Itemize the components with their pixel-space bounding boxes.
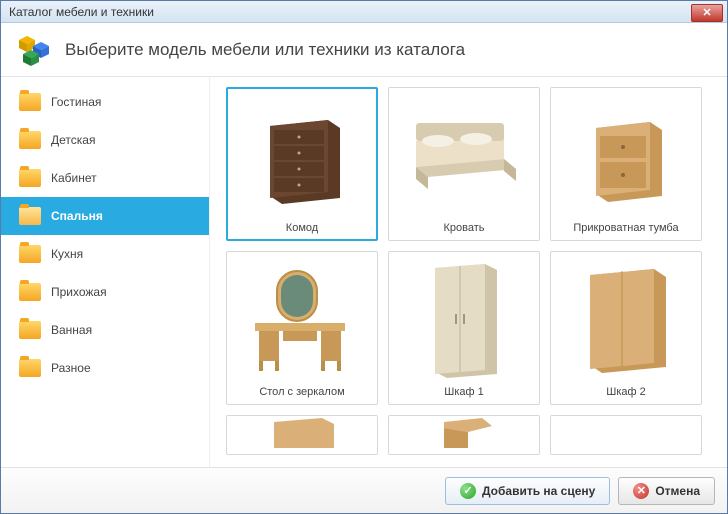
category-label: Детская bbox=[51, 133, 95, 147]
folder-icon bbox=[19, 283, 41, 301]
item-card[interactable] bbox=[226, 415, 378, 455]
item-label: Кровать bbox=[395, 222, 533, 234]
furniture-icon bbox=[586, 418, 666, 448]
cubes-icon bbox=[17, 32, 53, 68]
item-label: Комод bbox=[233, 222, 371, 234]
item-thumbnail bbox=[557, 94, 695, 218]
folder-icon bbox=[19, 245, 41, 263]
category-item[interactable]: Ванная bbox=[1, 311, 209, 349]
item-thumbnail bbox=[395, 258, 533, 382]
category-item[interactable]: Гостиная bbox=[1, 83, 209, 121]
item-card[interactable]: Кровать bbox=[388, 87, 540, 241]
item-card[interactable]: Прикроватная тумба bbox=[550, 87, 702, 241]
dialog-header: Выберите модель мебели или техники из ка… bbox=[1, 23, 727, 77]
window-title: Каталог мебели и техники bbox=[9, 5, 154, 19]
cancel-icon: ✕ bbox=[633, 483, 649, 499]
dialog-window: Каталог мебели и техники ✕ Выберите моде… bbox=[0, 0, 728, 514]
category-item[interactable]: Спальня bbox=[1, 197, 209, 235]
close-icon: ✕ bbox=[702, 6, 711, 19]
item-card[interactable] bbox=[550, 415, 702, 455]
folder-icon bbox=[19, 169, 41, 187]
category-label: Разное bbox=[51, 361, 91, 375]
item-thumbnail bbox=[233, 415, 371, 448]
header-title: Выберите модель мебели или техники из ка… bbox=[65, 40, 465, 60]
item-grid-container: Комод Кровать bbox=[209, 77, 727, 467]
item-label: Прикроватная тумба bbox=[557, 222, 695, 234]
category-sidebar: Гостиная Детская Кабинет Спальня Кухня П… bbox=[1, 77, 209, 467]
item-card[interactable]: Стол с зеркалом bbox=[226, 251, 378, 405]
button-label: Отмена bbox=[655, 484, 700, 498]
category-item[interactable]: Детская bbox=[1, 121, 209, 159]
folder-icon bbox=[19, 321, 41, 339]
furniture-icon bbox=[424, 418, 504, 448]
wardrobe2-icon bbox=[576, 265, 676, 375]
item-label: Шкаф 1 bbox=[395, 386, 533, 398]
item-card[interactable]: Шкаф 1 bbox=[388, 251, 540, 405]
check-icon: ✓ bbox=[460, 483, 476, 499]
cancel-button[interactable]: ✕ Отмена bbox=[618, 477, 715, 505]
category-item[interactable]: Разное bbox=[1, 349, 209, 387]
item-thumbnail bbox=[557, 258, 695, 382]
titlebar: Каталог мебели и техники ✕ bbox=[1, 1, 727, 23]
item-thumbnail bbox=[233, 94, 371, 218]
dialog-body: Гостиная Детская Кабинет Спальня Кухня П… bbox=[1, 77, 727, 467]
item-thumbnail bbox=[233, 258, 371, 382]
category-item[interactable]: Кабинет bbox=[1, 159, 209, 197]
add-to-scene-button[interactable]: ✓ Добавить на сцену bbox=[445, 477, 610, 505]
dresser-icon bbox=[252, 106, 352, 206]
category-label: Гостиная bbox=[51, 95, 101, 109]
item-grid: Комод Кровать bbox=[226, 87, 717, 455]
button-label: Добавить на сцену bbox=[482, 484, 595, 498]
dialog-footer: ✓ Добавить на сцену ✕ Отмена bbox=[1, 467, 727, 513]
item-thumbnail bbox=[557, 415, 695, 448]
item-thumbnail bbox=[395, 415, 533, 448]
folder-icon bbox=[19, 207, 41, 225]
category-label: Кабинет bbox=[51, 171, 97, 185]
bed-icon bbox=[404, 111, 524, 201]
close-button[interactable]: ✕ bbox=[691, 4, 723, 22]
category-label: Спальня bbox=[51, 209, 103, 223]
item-thumbnail bbox=[395, 94, 533, 218]
nightstand-icon bbox=[576, 106, 676, 206]
category-label: Кухня bbox=[51, 247, 83, 261]
item-card[interactable]: Комод bbox=[226, 87, 378, 241]
folder-icon bbox=[19, 131, 41, 149]
category-label: Прихожая bbox=[51, 285, 107, 299]
category-label: Ванная bbox=[51, 323, 92, 337]
item-label: Шкаф 2 bbox=[557, 386, 695, 398]
category-item[interactable]: Кухня bbox=[1, 235, 209, 273]
furniture-icon bbox=[262, 418, 342, 448]
item-card[interactable] bbox=[388, 415, 540, 455]
vanity-icon bbox=[247, 265, 357, 375]
wardrobe1-icon bbox=[419, 260, 509, 380]
folder-icon bbox=[19, 359, 41, 377]
folder-icon bbox=[19, 93, 41, 111]
item-card[interactable]: Шкаф 2 bbox=[550, 251, 702, 405]
category-item[interactable]: Прихожая bbox=[1, 273, 209, 311]
item-label: Стол с зеркалом bbox=[233, 386, 371, 398]
